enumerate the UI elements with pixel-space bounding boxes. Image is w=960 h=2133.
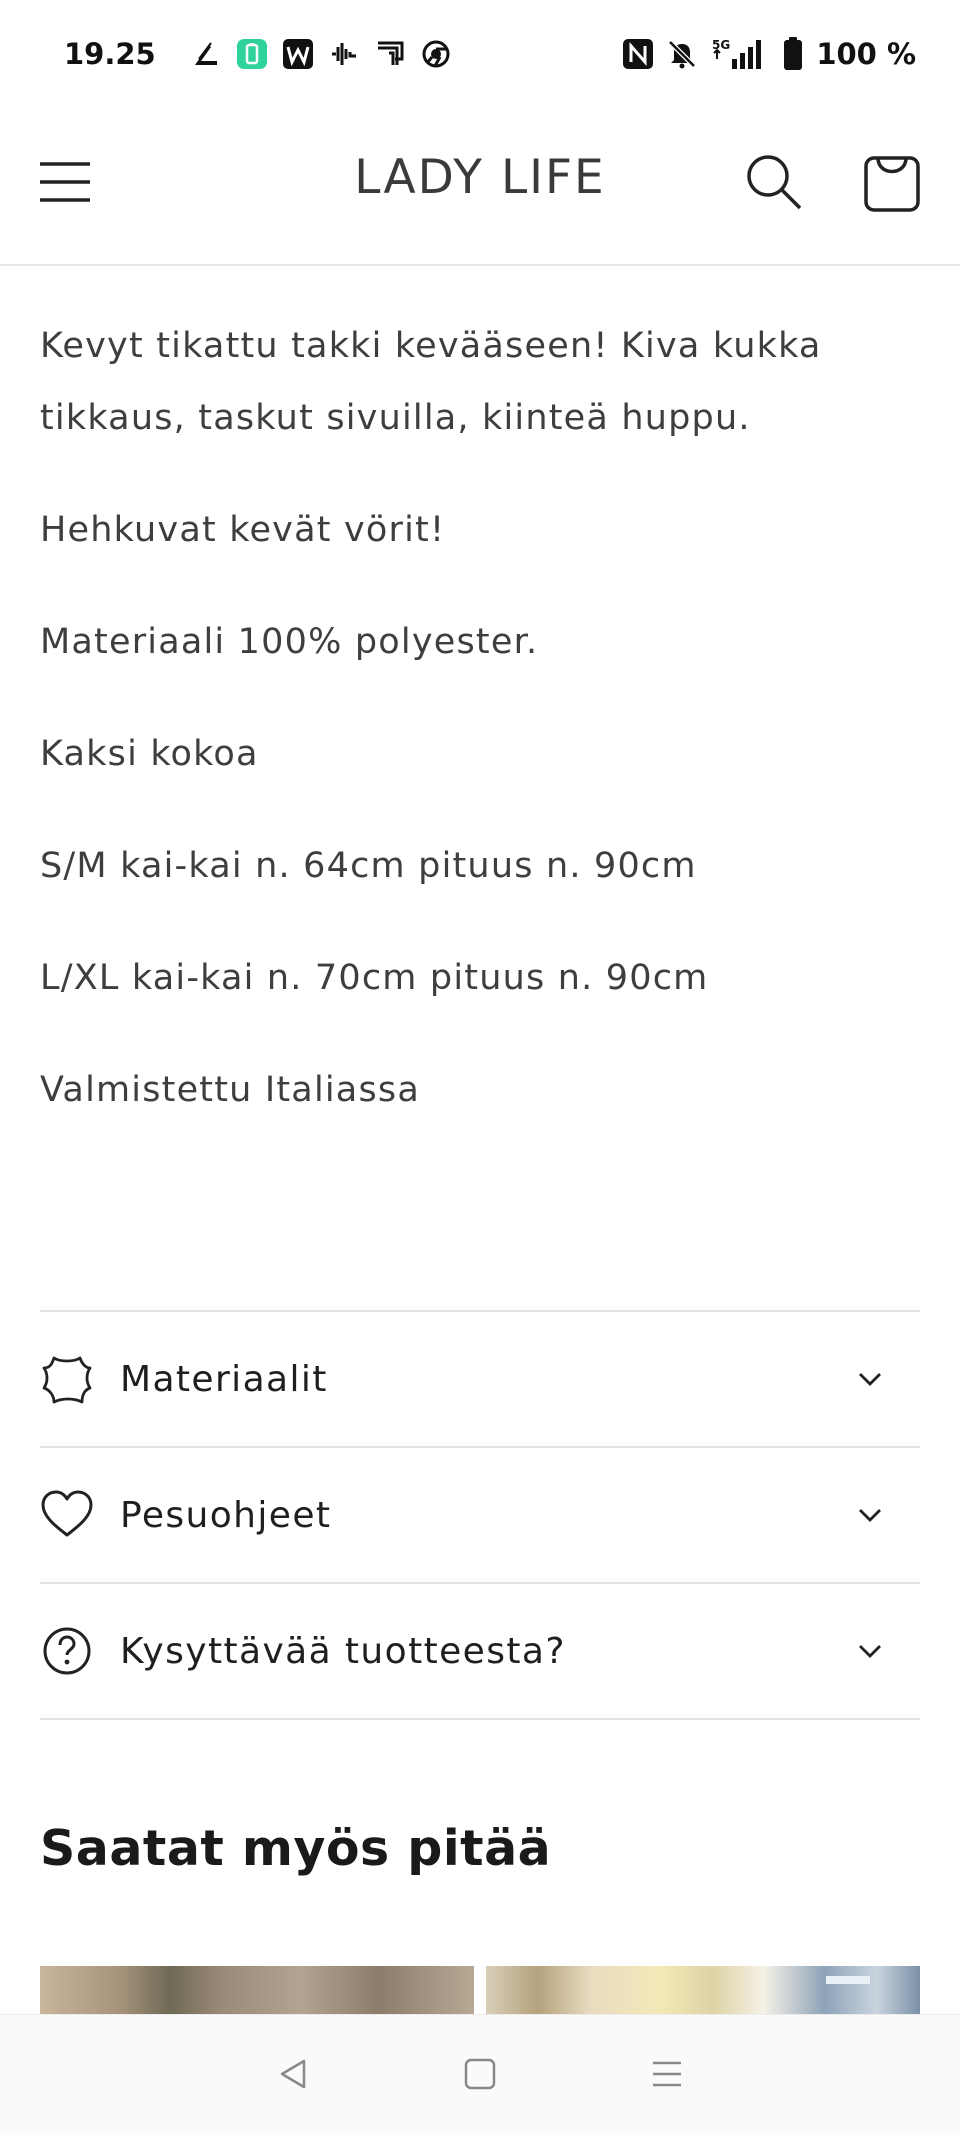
network-label: 5G (712, 38, 730, 52)
leather-icon (40, 1352, 94, 1406)
nfc-icon (622, 38, 654, 70)
status-left: 19.25 (64, 37, 452, 71)
system-nav-bar (0, 2014, 960, 2133)
description-paragraph: Materiaali 100% polyester. (40, 622, 539, 662)
chrome-icon (420, 38, 452, 70)
accordion-materials[interactable]: Materiaalit (40, 1312, 920, 1448)
product-description: Kevyt tikattu takki kevääseen! Kiva kukk… (40, 310, 920, 1166)
recents-icon[interactable] (645, 2052, 689, 2096)
heart-icon (40, 1488, 94, 1542)
site-header: LADY LIFE (0, 108, 960, 266)
search-icon (747, 155, 802, 210)
related-products-title: Saatat myös pitää (40, 1820, 552, 1877)
accordion-label: Materiaalit (120, 1358, 328, 1400)
product-card-image[interactable] (40, 1966, 474, 2014)
chevron-down-icon (856, 1637, 884, 1665)
description-paragraph: Kaksi kokoa (40, 734, 259, 774)
product-accordion: Materiaalit Pesuohjeet Kysyttävää tuotte… (40, 1310, 920, 1720)
related-products-grid (40, 1966, 920, 2014)
status-right: 5G 100 % (622, 37, 916, 71)
description-paragraph: Valmistettu Italiassa (40, 1070, 420, 1110)
description-paragraph: L/XL kai-kai n. 70cm pituus n. 90cm (40, 958, 709, 998)
cart-icon (864, 156, 920, 212)
accordion-care-instructions[interactable]: Pesuohjeet (40, 1448, 920, 1584)
description-paragraph: Kevyt tikattu takki kevääseen! Kiva kukk… (40, 326, 822, 438)
cellular-signal-icon: 5G (710, 38, 770, 70)
chevron-down-icon (856, 1365, 884, 1393)
search-button[interactable] (744, 152, 804, 214)
accordion-label: Kysyttävää tuotteesta? (120, 1630, 566, 1672)
description-paragraph: Hehkuvat kevät vörit! (40, 510, 446, 550)
mute-icon (666, 38, 698, 70)
home-icon[interactable] (458, 2052, 502, 2096)
w-app-icon (282, 38, 314, 70)
signal-app-icon (190, 38, 222, 70)
battery-text: 100 % (816, 37, 916, 71)
brand-logo[interactable]: LADY LIFE (0, 150, 960, 205)
accordion-product-questions[interactable]: Kysyttävää tuotteesta? (40, 1584, 920, 1720)
accordion-label: Pesuohjeet (120, 1494, 332, 1536)
status-bar: 19.25 5G 100 % (0, 0, 960, 108)
cast-icon (374, 38, 406, 70)
back-icon[interactable] (271, 2052, 315, 2096)
battery-saver-icon (236, 38, 268, 70)
status-time: 19.25 (64, 37, 156, 71)
description-paragraph: S/M kai-kai n. 64cm pituus n. 90cm (40, 846, 697, 886)
question-circle-icon (40, 1624, 94, 1678)
chevron-down-icon (856, 1501, 884, 1529)
cart-button[interactable] (862, 150, 922, 214)
battery-icon (782, 37, 804, 70)
audio-icon (328, 38, 360, 70)
product-card-image[interactable] (486, 1966, 920, 2014)
